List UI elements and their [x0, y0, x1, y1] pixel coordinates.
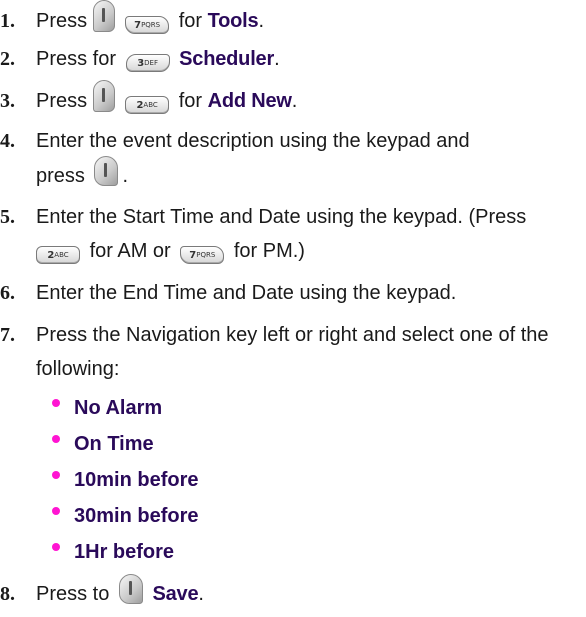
bullet-icon	[52, 435, 60, 443]
menu-label-tools: Tools	[207, 10, 259, 32]
step-4-continued: press .	[36, 156, 128, 195]
step-text: following:	[36, 358, 120, 380]
key-3-icon: 3DEF	[125, 54, 170, 72]
menu-label-save: Save	[152, 583, 199, 605]
step-number: 1.	[0, 10, 15, 32]
option-label: On Time	[74, 433, 154, 455]
key-2-icon: 2ABC	[36, 246, 80, 264]
menu-label-add-new: Add New	[207, 90, 292, 112]
ok-key-icon	[94, 156, 119, 186]
step-number: 4.	[0, 130, 15, 152]
instruction-steps: 1. Press 7PQRS for Tools. 2. Press for 3DEF…	[0, 0, 586, 617]
key-7-icon: 7PQRS	[125, 16, 170, 34]
menu-ok-key-icon	[93, 80, 116, 112]
key-2-icon: 2ABC	[125, 96, 170, 114]
step-8: 8. Press to Save.	[0, 574, 586, 613]
step-text: Press	[36, 90, 88, 112]
punctuation: .	[291, 90, 298, 112]
step-text: Press	[36, 10, 88, 32]
step-text: for	[178, 90, 203, 112]
step-5: 5. Enter the Start Time and Date using th…	[0, 198, 586, 236]
option-no-alarm: No Alarm	[52, 390, 162, 426]
step-text: for AM or	[89, 240, 171, 262]
option-30min-before: 30min before	[52, 498, 198, 534]
step-number: 5.	[0, 206, 15, 228]
option-on-time: On Time	[52, 426, 154, 462]
step-number: 3.	[0, 90, 15, 112]
option-label: 30min before	[74, 505, 199, 527]
step-7: 7. Press the Navigation key left or right…	[0, 316, 586, 354]
ok-key-icon	[118, 574, 143, 604]
step-number: 8.	[0, 583, 15, 605]
step-number: 7.	[0, 324, 15, 346]
step-text: Press to	[36, 583, 110, 605]
step-text: Press for	[36, 48, 117, 70]
bullet-icon	[52, 507, 60, 515]
bullet-icon	[52, 399, 60, 407]
option-1hr-before: 1Hr before	[52, 534, 174, 570]
option-label: No Alarm	[74, 397, 163, 419]
step-text: Enter the End Time and Date using the ke…	[36, 282, 457, 304]
menu-label-scheduler: Scheduler	[179, 48, 275, 70]
step-5-continued: 2ABC for AM or 7PQRS for PM.)	[36, 232, 305, 270]
step-text: Press the Navigation key left or right a…	[36, 324, 549, 346]
option-label: 1Hr before	[74, 541, 175, 563]
step-1: 1. Press 7PQRS for Tools.	[0, 0, 586, 40]
step-number: 6.	[0, 282, 15, 304]
step-number: 2.	[0, 48, 15, 70]
option-label: 10min before	[74, 469, 199, 491]
step-2: 2. Press for 3DEF Scheduler.	[0, 40, 586, 78]
step-text: Enter the Start Time and Date using the …	[36, 206, 527, 228]
step-text: for	[178, 10, 203, 32]
step-6: 6. Enter the End Time and Date using the …	[0, 274, 586, 312]
step-text: press	[36, 165, 85, 187]
punctuation: .	[274, 48, 280, 70]
bullet-icon	[52, 471, 60, 479]
menu-ok-key-icon	[93, 0, 116, 32]
punctuation: .	[122, 165, 129, 187]
option-10min-before: 10min before	[52, 462, 198, 498]
step-text: Enter the event description using the ke…	[36, 130, 470, 152]
key-7-icon: 7PQRS	[180, 246, 225, 264]
step-text: for PM.)	[233, 240, 305, 262]
punctuation: .	[258, 10, 265, 32]
step-4: 4. Enter the event description using the …	[0, 122, 586, 160]
bullet-icon	[52, 543, 60, 551]
step-3: 3. Press 2ABC for Add New.	[0, 80, 586, 120]
step-7-continued: following:	[36, 350, 119, 388]
punctuation: .	[198, 583, 204, 605]
